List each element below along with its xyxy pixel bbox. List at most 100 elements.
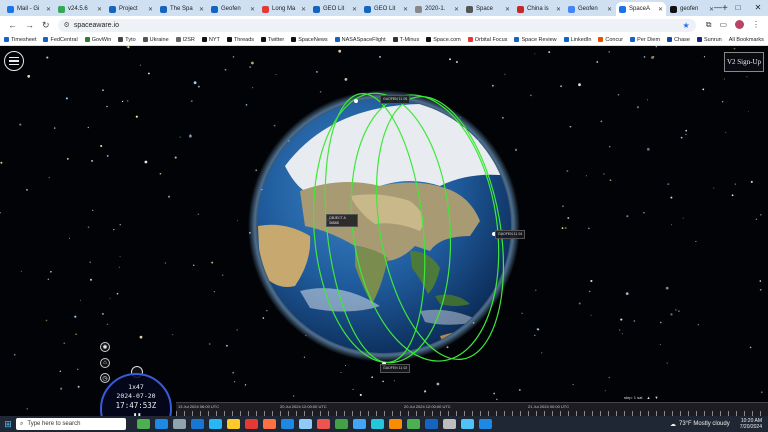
hamburger-menu-button[interactable] xyxy=(4,51,24,71)
tab-close-icon[interactable]: ✕ xyxy=(199,6,204,13)
tab-close-icon[interactable]: ✕ xyxy=(301,6,306,13)
browser-tab[interactable]: GEO Lit ✕ xyxy=(310,2,360,16)
bookmark-item[interactable]: Chase xyxy=(667,37,690,43)
taskbar-app-icon[interactable] xyxy=(334,419,348,429)
taskbar-app-icon[interactable] xyxy=(460,419,474,429)
bookmark-item[interactable]: LinkedIn xyxy=(563,37,591,43)
maximize-icon[interactable]: □ xyxy=(728,0,748,16)
weather-widget[interactable]: ☁ 73°F Mostly cloudy xyxy=(670,421,730,428)
profile-avatar[interactable] xyxy=(735,20,744,29)
satellite-label[interactable]: GAOFEN 11 05 xyxy=(380,95,411,104)
taskbar-app-icon[interactable] xyxy=(226,419,240,429)
taskbar-app-icon[interactable] xyxy=(244,419,258,429)
taskbar-app-icon[interactable] xyxy=(154,419,168,429)
taskbar-app-icon[interactable] xyxy=(316,419,330,429)
taskbar-app-icon[interactable] xyxy=(406,419,420,429)
tab-close-icon[interactable]: ✕ xyxy=(148,6,153,13)
star xyxy=(625,292,629,295)
sidepanel-icon[interactable]: ▭ xyxy=(719,20,727,30)
home-icon[interactable]: ⌂ xyxy=(100,358,110,368)
tab-close-icon[interactable]: ✕ xyxy=(352,6,357,13)
taskbar-app-icon[interactable] xyxy=(298,419,312,429)
taskbar-app-icon[interactable] xyxy=(352,419,366,429)
close-icon[interactable]: ✕ xyxy=(748,0,768,16)
bookmark-item[interactable]: Threads xyxy=(226,37,254,43)
bookmark-item[interactable]: FedCentral xyxy=(43,37,78,43)
tab-close-icon[interactable]: ✕ xyxy=(454,6,459,13)
taskbar-app-icon[interactable] xyxy=(424,419,438,429)
step-up-icon[interactable]: ▲ xyxy=(646,395,650,400)
windows-start-icon[interactable]: ⊞ xyxy=(0,419,16,430)
browser-tab[interactable]: China is ✕ xyxy=(514,2,564,16)
bookmark-item[interactable]: I2SR xyxy=(175,37,195,43)
taskbar-app-icon[interactable] xyxy=(388,419,402,429)
bookmark-item[interactable]: Space.com xyxy=(426,37,461,43)
satellite-marker[interactable] xyxy=(354,99,358,103)
tab-close-icon[interactable]: ✕ xyxy=(46,6,51,13)
bookmark-item[interactable]: Tyto xyxy=(118,37,136,43)
tab-close-icon[interactable]: ✕ xyxy=(658,6,663,13)
browser-menu-icon[interactable]: ⋮ xyxy=(752,20,760,30)
bookmark-item[interactable]: Space Review xyxy=(514,37,557,43)
taskbar-app-icon[interactable] xyxy=(172,419,186,429)
bookmark-item[interactable]: Per Diem xyxy=(630,37,660,43)
bookmark-item[interactable]: Twitter xyxy=(261,37,284,43)
history-clock-icon[interactable]: ◷ xyxy=(100,373,110,383)
v2-signup-button[interactable]: V2 Sign-Up xyxy=(724,52,764,72)
browser-tab[interactable]: Geofen ✕ xyxy=(565,2,615,16)
browser-tab[interactable]: 2020-1. ✕ xyxy=(412,2,462,16)
forward-icon[interactable]: → xyxy=(25,20,34,30)
taskbar-app-icon[interactable] xyxy=(478,419,492,429)
bookmark-item[interactable]: NASASpaceFlight xyxy=(334,37,386,43)
taskbar-app-icon[interactable] xyxy=(280,419,294,429)
browser-tab[interactable]: Space ✕ xyxy=(463,2,513,16)
bookmark-item[interactable]: Ukraine xyxy=(142,37,169,43)
reload-icon[interactable]: ↻ xyxy=(42,20,50,31)
extensions-icon[interactable]: ⧉ xyxy=(706,20,712,30)
satellite-label[interactable]: GAOFEN 11 02 xyxy=(380,364,411,373)
site-info-icon[interactable]: ⚙ xyxy=(64,21,70,29)
bookmark-star-icon[interactable]: ★ xyxy=(683,21,690,30)
tab-close-icon[interactable]: ✕ xyxy=(505,6,510,13)
bookmark-item[interactable]: T-Minus xyxy=(392,37,419,43)
bookmark-item[interactable]: Orbital Focus xyxy=(467,37,507,43)
globe-viewer[interactable]: V2 Sign-Up GAOFEN 11 05 OBJECT A 46868 G… xyxy=(0,46,768,416)
browser-tab[interactable]: Mail - Gi ✕ xyxy=(4,2,54,16)
url-input[interactable]: ⚙ spaceaware.io ★ xyxy=(57,18,696,32)
tab-close-icon[interactable]: ✕ xyxy=(250,6,255,13)
tab-close-icon[interactable]: ✕ xyxy=(556,6,561,13)
all-bookmarks-button[interactable]: All Bookmarks xyxy=(729,37,764,43)
browser-tab[interactable]: Long Ma ✕ xyxy=(259,2,309,16)
minimize-icon[interactable]: — xyxy=(708,0,728,16)
globe-view-icon[interactable]: ✺ xyxy=(100,342,110,352)
bookmark-item[interactable]: Timesheet xyxy=(4,37,36,43)
satellite-label[interactable]: GAOFEN 11 04 xyxy=(495,230,526,239)
browser-tab[interactable]: Project ✕ xyxy=(106,2,156,16)
star xyxy=(621,332,623,335)
system-clock[interactable]: 10:20 AM 7/20/2024 xyxy=(740,418,762,430)
tab-close-icon[interactable]: ✕ xyxy=(403,6,408,13)
taskbar-search-input[interactable]: ⌕ Type here to search xyxy=(16,418,126,430)
bookmark-item[interactable]: SpaceNews xyxy=(291,37,328,43)
tab-close-icon[interactable]: ✕ xyxy=(607,6,612,13)
taskbar-app-icon[interactable] xyxy=(208,419,222,429)
browser-tab[interactable]: SpaceA ✕ xyxy=(616,2,666,16)
browser-tab[interactable]: GEO Lit ✕ xyxy=(361,2,411,16)
back-icon[interactable]: ← xyxy=(8,20,17,30)
tab-close-icon[interactable]: ✕ xyxy=(97,6,102,13)
bookmark-item[interactable]: GovWin xyxy=(84,37,111,43)
browser-tab[interactable]: v24.5.6 ✕ xyxy=(55,2,105,16)
step-down-icon[interactable]: ▼ xyxy=(654,395,658,400)
browser-tab[interactable]: The Spa ✕ xyxy=(157,2,207,16)
taskbar-app-icon[interactable] xyxy=(190,419,204,429)
taskbar-app-icon[interactable] xyxy=(442,419,456,429)
bookmark-item[interactable]: Sunrun xyxy=(696,37,722,43)
taskbar-app-icon[interactable] xyxy=(136,419,150,429)
taskbar-app-icon[interactable] xyxy=(370,419,384,429)
bookmark-item[interactable]: Concur xyxy=(598,37,623,43)
satellite-label[interactable]: OBJECT A 46868 xyxy=(326,214,358,227)
browser-tab[interactable]: Geofen ✕ xyxy=(208,2,258,16)
bookmark-item[interactable]: NYT xyxy=(201,37,220,43)
timeline-bar[interactable]: 13 Jul 2024 06:00 UTC 20 Jul 2024 12:00:… xyxy=(176,402,768,416)
taskbar-app-icon[interactable] xyxy=(262,419,276,429)
